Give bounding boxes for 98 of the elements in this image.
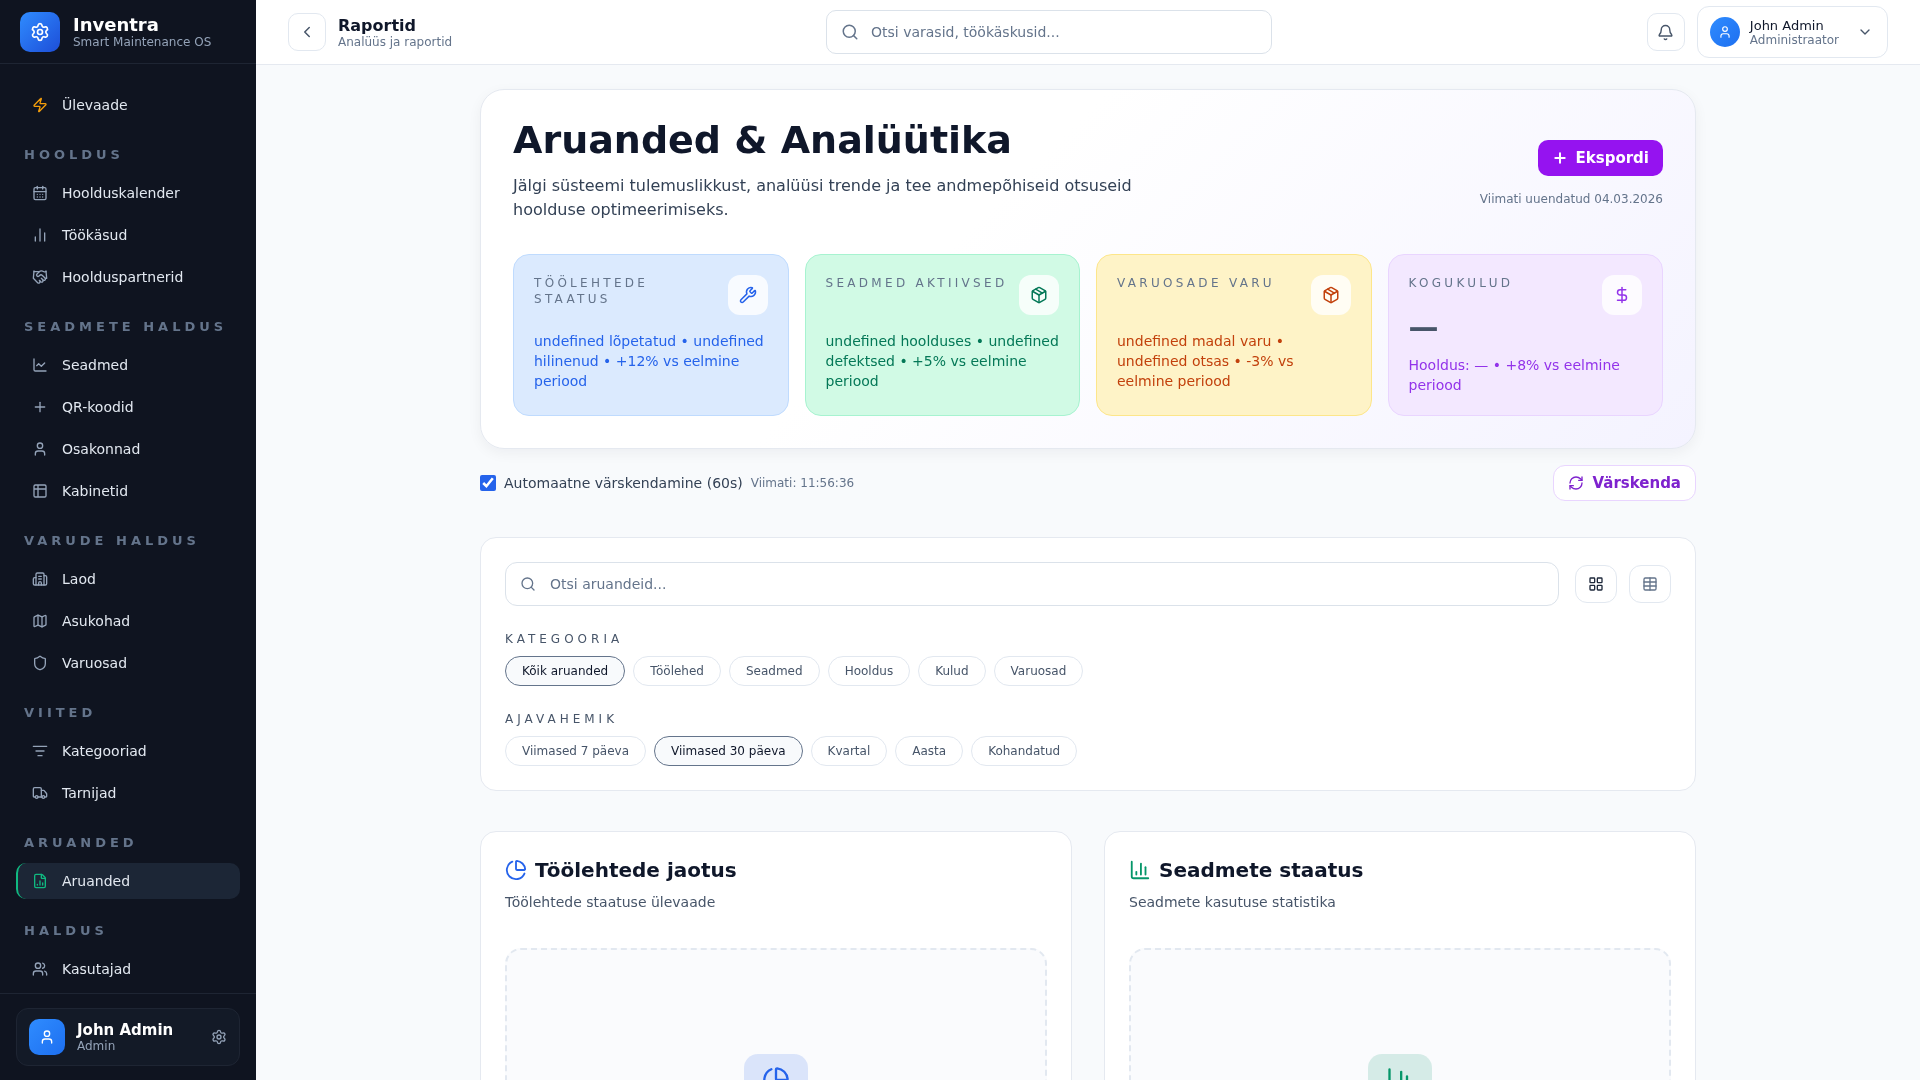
nav-item[interactable]: Hoolduspartnerid <box>16 259 240 295</box>
filter-heading: AJAVAHEMIK <box>505 712 619 726</box>
filter-chip[interactable]: Viimased 7 päeva <box>505 736 646 766</box>
hero-description: Jälgi süsteemi tulemuslikkust, analüüsi trende ja tee andmepõhiseid otsuseid hoolduse optimeerimiseks. <box>513 175 1133 221</box>
stat-label: SEADMED AKTIIVSED <box>825 275 1009 291</box>
stat-detail: undefined hoolduses • undefined defektsed • +5% vs eelmine periood <box>825 332 1059 391</box>
bell-icon <box>1657 23 1675 41</box>
nav-item[interactable]: Laod <box>16 561 240 597</box>
stat-detail: undefined lõpetatud • undefined hilinenud • +12% vs eelmine periood <box>534 332 765 391</box>
nav-section-heading: ARUANDED <box>23 834 139 852</box>
nav-item[interactable]: Kabinetid <box>16 473 240 509</box>
nav-item[interactable]: Tarnijad <box>16 775 240 811</box>
chart-subtitle: Töölehtede staatuse ülevaade <box>505 894 717 910</box>
last-updated: Viimati uuendatud 04.03.2026 <box>1479 192 1663 206</box>
refresh-button[interactable]: Värskenda <box>1553 465 1696 501</box>
nav-section-heading: HOOLDUS <box>23 146 125 164</box>
avatar-icon <box>1709 17 1740 47</box>
user-name: John Admin <box>77 1021 175 1039</box>
shield-icon <box>32 655 48 671</box>
search-field[interactable]: Otsi varasid, töökäskusid... <box>826 10 1272 54</box>
line-chart-icon <box>32 357 48 373</box>
chart-title: Seadmete staatus <box>1159 858 1364 882</box>
map-icon <box>32 613 48 629</box>
filter-chip[interactable]: Viimased 30 päeva <box>654 736 803 766</box>
stat-label: KOGUKULUD <box>1408 275 1515 291</box>
stat-detail: undefined madal varu • undefined otsas • -3% vs eelmine periood <box>1117 332 1295 391</box>
building-icon <box>32 571 48 587</box>
settings-icon[interactable] <box>211 1029 227 1045</box>
nav-section-heading: SEADMETE HALDUS <box>23 318 229 336</box>
export-button[interactable]: Ekspordi <box>1537 140 1663 176</box>
grid-icon <box>32 483 48 499</box>
filter-chip[interactable]: Töölehed <box>633 656 721 686</box>
plus-icon <box>32 399 48 415</box>
filter-chip[interactable]: Hooldus <box>827 656 911 686</box>
filter-chip[interactable]: Kvartal <box>810 736 888 766</box>
filter-icon <box>32 743 48 759</box>
nav-item[interactable]: QR-koodid <box>16 389 240 425</box>
nav-item[interactable]: Kategooriad <box>16 733 240 769</box>
auto-refresh-label: Automaatne värskendamine (60s) <box>504 475 743 491</box>
handshake-icon <box>32 269 48 285</box>
refresh-icon <box>1568 475 1585 491</box>
nav-section-heading: VIITED <box>23 704 98 722</box>
stat-label: VARUOSADE VARU <box>1117 275 1276 291</box>
stat-value: — <box>1408 315 1440 339</box>
filter-heading: KATEGOORIA <box>505 632 625 646</box>
nav-item[interactable]: Aruanded <box>16 863 240 899</box>
table-view-button[interactable] <box>1629 565 1671 603</box>
app-tagline: Smart Maintenance OS <box>73 34 212 49</box>
grid-view-button[interactable] <box>1575 565 1617 603</box>
nav-item[interactable]: Töökäsud <box>16 217 240 253</box>
filter-chip[interactable]: Seadmed <box>728 656 820 686</box>
user-role: Admin <box>77 1039 117 1053</box>
user-role: Administraator <box>1749 32 1839 47</box>
report-icon <box>32 873 48 889</box>
grid-icon <box>1588 576 1604 592</box>
filter-chip[interactable]: Kulud <box>918 656 986 686</box>
nav-section-heading: HALDUS <box>23 922 109 940</box>
users-icon <box>32 961 48 977</box>
user-card[interactable]: John Admin Admin <box>16 1008 240 1066</box>
chart-title: Töölehtede jaotus <box>535 858 737 882</box>
auto-refresh-checkbox[interactable] <box>480 475 496 491</box>
empty-pie-chart-icon <box>744 1054 808 1080</box>
filter-chip[interactable]: Aasta <box>895 736 964 766</box>
page-title: Raportid <box>338 15 418 35</box>
hero-title: Aruanded & Analüütika <box>513 118 1013 162</box>
last-refresh-time: Viimati: 11:56:36 <box>750 476 855 490</box>
app-name: Inventra <box>73 14 160 35</box>
calendar-icon <box>32 185 48 201</box>
user-menu-button[interactable]: John Admin Administraator <box>1696 6 1888 58</box>
filter-chip[interactable]: Kohandatud <box>971 736 1078 766</box>
logo-icon <box>20 11 60 52</box>
search-icon <box>520 576 536 592</box>
search-field[interactable]: Otsi aruandeid... <box>505 562 1559 606</box>
nav-item[interactable]: Asukohad <box>16 603 240 639</box>
page-subtitle: Analüüs ja raportid <box>338 34 454 49</box>
search-icon <box>841 23 859 41</box>
bar-chart-icon <box>32 227 48 243</box>
person-icon <box>32 441 48 457</box>
truck-icon <box>32 785 48 801</box>
user-name: John Admin <box>1749 17 1825 33</box>
nav-section-heading: VARUDE HALDUS <box>23 532 201 550</box>
nav-item[interactable]: Hoolduskalender <box>16 175 240 211</box>
empty-bar-chart-icon <box>1368 1054 1432 1080</box>
stat-label: TÖÖLEHTEDE STAATUS <box>534 275 650 307</box>
filter-chip[interactable]: Varuosad <box>993 656 1084 686</box>
avatar-icon <box>29 1019 65 1055</box>
stat-detail: Hooldus: — • +8% vs eelmine periood <box>1408 356 1621 395</box>
nav-item[interactable]: Seadmed <box>16 347 240 383</box>
nav-item[interactable]: Varuosad <box>16 645 240 681</box>
lightning-icon <box>32 97 48 113</box>
filter-chip[interactable]: Kõik aruanded <box>505 656 626 686</box>
nav-item[interactable]: Ülevaade <box>16 87 240 123</box>
plus-icon <box>1551 150 1568 166</box>
table-icon <box>1642 576 1658 592</box>
notifications-button[interactable] <box>1646 13 1685 51</box>
nav-item[interactable]: Kasutajad <box>16 951 240 987</box>
chart-subtitle: Seadmete kasutuse statistika <box>1129 894 1337 910</box>
nav-item[interactable]: Osakonnad <box>16 431 240 467</box>
